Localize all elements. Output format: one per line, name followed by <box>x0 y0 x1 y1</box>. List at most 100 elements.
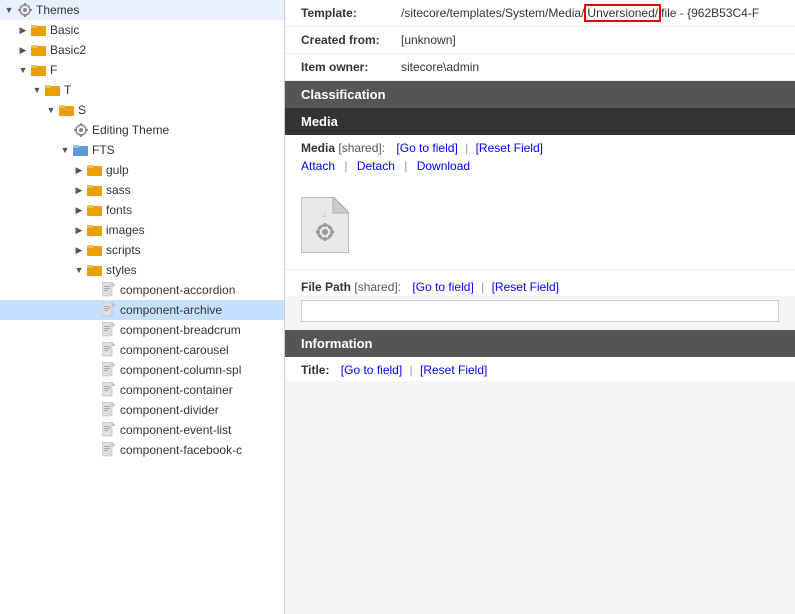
tree-item-component-divider[interactable]: component-divider <box>0 400 284 420</box>
tree-item-component-carousel[interactable]: component-carousel <box>0 340 284 360</box>
tree-item-component-archive[interactable]: component-archive <box>0 300 284 320</box>
tree-item-gulp[interactable]: ▶ gulp <box>0 160 284 180</box>
media-field-row: Media [shared]: [Go to field] | [Reset F… <box>285 135 795 157</box>
tree-item-styles[interactable]: ▼styles <box>0 260 284 280</box>
tree-label-component-carousel: component-carousel <box>120 343 229 357</box>
tree-label-component-column-spl: component-column-spl <box>120 363 241 377</box>
tree-item-images[interactable]: ▶ images <box>0 220 284 240</box>
page-icon-component-archive <box>100 302 118 318</box>
page-icon-component-event-list <box>100 422 118 438</box>
folder-yellow-icon-gulp <box>86 162 104 178</box>
tree-item-fonts[interactable]: ▶ fonts <box>0 200 284 220</box>
media-actions: Attach | Detach | Download <box>285 157 795 181</box>
tree-label-f: F <box>50 63 57 77</box>
tree-item-component-container[interactable]: component-container <box>0 380 284 400</box>
tree-label-images: images <box>106 223 145 237</box>
tree-toggle-scripts[interactable]: ▶ <box>72 245 86 256</box>
title-go-to-field-link[interactable]: [Go to field] <box>341 363 402 377</box>
tree-label-themes-root: Themes <box>36 3 79 17</box>
media-header: Media <box>285 108 795 135</box>
template-row: Template: /sitecore/templates/System/Med… <box>285 0 795 27</box>
page-icon-component-carousel <box>100 342 118 358</box>
template-path-post: file - {962B53C4-F <box>661 6 759 20</box>
tree-item-sass[interactable]: ▶ sass <box>0 180 284 200</box>
tree-item-fts[interactable]: ▼ FTS <box>0 140 284 160</box>
page-icon-component-column-spl <box>100 362 118 378</box>
tree-panel[interactable]: ▼Themes▶Basic▶Basic2▼F▼T▼SEditing Theme▼… <box>0 0 285 614</box>
action-sep2: | <box>404 159 407 173</box>
media-preview-area: ↓ <box>285 181 795 270</box>
tree-item-component-facebook-c[interactable]: component-facebook-c <box>0 440 284 460</box>
tree-item-t[interactable]: ▼T <box>0 80 284 100</box>
tree-toggle-basic[interactable]: ▶ <box>16 25 30 36</box>
file-path-label: File Path <box>301 280 351 294</box>
tree-label-s: S <box>78 103 86 117</box>
created-from-value: [unknown] <box>401 33 456 47</box>
classification-header: Classification <box>285 81 795 108</box>
gear-icon-themes-root <box>16 2 34 18</box>
folder-yellow-icon-s <box>58 102 76 118</box>
tree-toggle-f[interactable]: ▼ <box>16 65 30 75</box>
tree-label-fts: FTS <box>92 143 115 157</box>
tree-label-component-facebook-c: component-facebook-c <box>120 443 242 457</box>
tree-item-s[interactable]: ▼S <box>0 100 284 120</box>
tree-item-editing-theme[interactable]: Editing Theme <box>0 120 284 140</box>
folder-yellow-icon-images <box>86 222 104 238</box>
tree-label-sass: sass <box>106 183 131 197</box>
template-label: Template: <box>301 6 401 20</box>
media-go-to-field-link[interactable]: [Go to field] <box>396 141 457 155</box>
tree-item-component-accordion[interactable]: component-accordion <box>0 280 284 300</box>
tree-toggle-gulp[interactable]: ▶ <box>72 165 86 176</box>
tree-toggle-themes-root[interactable]: ▼ <box>2 5 16 15</box>
tree-toggle-fonts[interactable]: ▶ <box>72 205 86 216</box>
title-reset-field-link[interactable]: [Reset Field] <box>420 363 487 377</box>
file-path-row: File Path [shared]: [Go to field] | [Res… <box>285 270 795 296</box>
tree-label-component-event-list: component-event-list <box>120 423 231 437</box>
tree-toggle-sass[interactable]: ▶ <box>72 185 86 196</box>
created-from-row: Created from: [unknown] <box>285 27 795 54</box>
detach-link[interactable]: Detach <box>357 159 395 173</box>
page-icon-component-facebook-c <box>100 442 118 458</box>
file-path-go-to-field-link[interactable]: [Go to field] <box>412 280 473 294</box>
tree-toggle-styles[interactable]: ▼ <box>72 265 86 275</box>
tree-item-component-breadcrumb[interactable]: component-breadcrum <box>0 320 284 340</box>
folder-yellow-icon-fonts <box>86 202 104 218</box>
tree-label-gulp: gulp <box>106 163 129 177</box>
attach-link[interactable]: Attach <box>301 159 335 173</box>
created-from-label: Created from: <box>301 33 401 47</box>
tree-toggle-fts[interactable]: ▼ <box>58 145 72 155</box>
tree-label-component-container: component-container <box>120 383 233 397</box>
file-icon: ↓ <box>301 197 349 253</box>
tree-label-basic2: Basic2 <box>50 43 86 57</box>
folder-yellow-icon-f <box>30 62 48 78</box>
tree-label-t: T <box>64 83 71 97</box>
media-reset-field-link[interactable]: [Reset Field] <box>476 141 543 155</box>
item-owner-label: Item owner: <box>301 60 401 74</box>
tree-item-themes-root[interactable]: ▼ Themes <box>0 0 284 20</box>
tree-toggle-t[interactable]: ▼ <box>30 85 44 95</box>
template-path-pre: /sitecore/templates/System/Media/ <box>401 6 584 20</box>
folder-yellow-icon-styles <box>86 262 104 278</box>
title-row: Title: [Go to field] | [Reset Field] <box>285 357 795 381</box>
template-highlight: Unversioned/ <box>584 4 661 22</box>
file-path-input[interactable] <box>301 300 779 322</box>
tree-toggle-s[interactable]: ▼ <box>44 105 58 115</box>
media-shared-badge: [shared]: <box>338 141 385 155</box>
tree-item-basic2[interactable]: ▶ Basic2 <box>0 40 284 60</box>
file-path-shared-badge: [shared]: <box>354 280 401 294</box>
tree-item-component-event-list[interactable]: component-event-list <box>0 420 284 440</box>
tree-toggle-basic2[interactable]: ▶ <box>16 45 30 56</box>
template-value: /sitecore/templates/System/Media/Unversi… <box>401 6 759 20</box>
tree-toggle-images[interactable]: ▶ <box>72 225 86 236</box>
file-path-reset-field-link[interactable]: [Reset Field] <box>492 280 559 294</box>
media-field-label: Media <box>301 141 335 155</box>
download-link[interactable]: Download <box>417 159 470 173</box>
tree-label-component-archive: component-archive <box>120 303 222 317</box>
tree-item-basic[interactable]: ▶Basic <box>0 20 284 40</box>
tree-item-scripts[interactable]: ▶scripts <box>0 240 284 260</box>
tree-item-component-column-spl[interactable]: component-column-spl <box>0 360 284 380</box>
tree-label-editing-theme: Editing Theme <box>92 123 169 137</box>
folder-yellow-icon-basic <box>30 22 48 38</box>
tree-item-f[interactable]: ▼F <box>0 60 284 80</box>
tree-label-fonts: fonts <box>106 203 132 217</box>
